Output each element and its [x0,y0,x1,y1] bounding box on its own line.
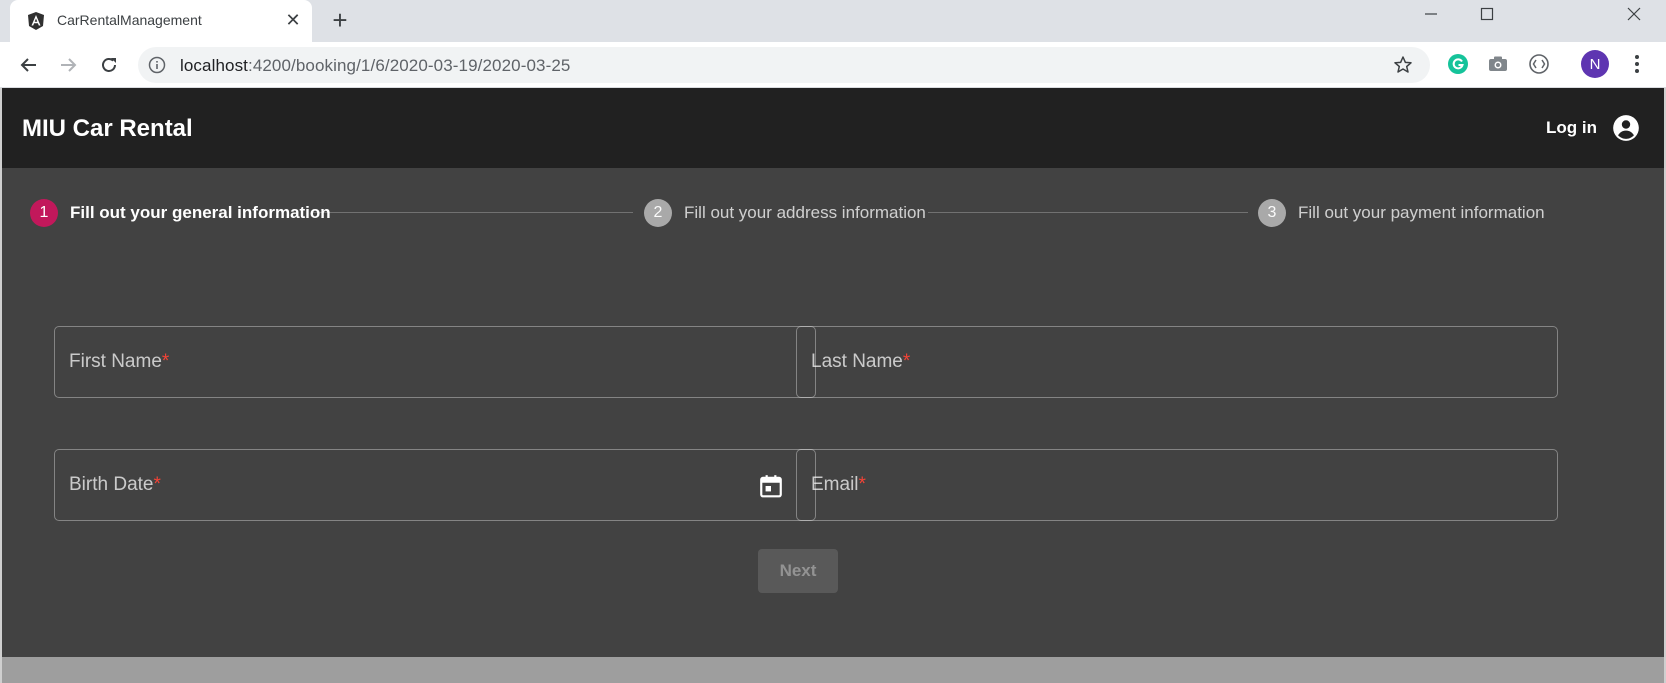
email-label: Email* [811,474,866,495]
close-window-icon[interactable] [1606,0,1662,28]
back-icon[interactable] [15,51,43,79]
reload-icon[interactable] [95,51,123,79]
minimize-icon[interactable] [1403,0,1459,28]
url-text: localhost:4200/booking/1/6/2020-03-19/20… [180,56,571,75]
login-button[interactable]: Log in [1546,118,1597,138]
first-name-label: First Name* [69,351,170,372]
email-field[interactable]: Email* [796,449,1558,521]
camera-icon[interactable] [1486,52,1510,76]
last-name-field[interactable]: Last Name* [796,326,1558,398]
info-icon[interactable] [148,56,166,74]
browser-window: CarRentalManagement ✕ + localhost:4200/b… [0,0,1666,683]
profile-avatar[interactable]: N [1581,50,1609,78]
new-tab-button[interactable]: + [326,6,354,34]
last-name-label: Last Name* [811,351,911,372]
first-name-field[interactable]: First Name* [54,326,816,398]
account-circle-icon[interactable] [1612,114,1640,142]
step-number: 3 [1258,199,1286,227]
star-icon[interactable] [1393,55,1413,75]
extension-icon[interactable] [1527,52,1551,76]
address-bar[interactable]: localhost:4200/booking/1/6/2020-03-19/20… [138,47,1430,83]
step-payment-information[interactable]: 3 Fill out your payment information [1258,199,1545,227]
birth-date-label: Birth Date* [69,474,161,495]
calendar-icon[interactable] [758,473,784,499]
close-tab-icon[interactable]: ✕ [282,9,304,31]
browser-tab[interactable]: CarRentalManagement ✕ [10,0,312,42]
app-title[interactable]: MIU Car Rental [22,115,193,143]
birth-date-field[interactable]: Birth Date* [54,449,816,521]
step-connector [313,212,633,213]
angular-favicon [28,12,44,30]
step-label: Fill out your general information [70,203,331,222]
step-number: 2 [644,199,672,227]
forward-icon[interactable] [54,51,82,79]
tab-title: CarRentalManagement [57,12,202,28]
app-content: MIU Car Rental Log in 1 Fill out your ge… [2,88,1664,657]
step-connector [928,212,1248,213]
browser-toolbar: localhost:4200/booking/1/6/2020-03-19/20… [0,42,1666,88]
step-general-information[interactable]: 1 Fill out your general information [30,199,331,227]
step-address-information[interactable]: 2 Fill out your address information [644,199,926,227]
step-number: 1 [30,199,58,227]
step-label: Fill out your payment information [1298,203,1545,222]
kebab-menu-icon[interactable] [1625,52,1649,76]
next-button[interactable]: Next [758,549,838,593]
grammarly-icon[interactable] [1446,52,1470,76]
tab-strip: CarRentalManagement ✕ + [0,0,1666,42]
page-bottom-area [2,657,1664,683]
maximize-icon[interactable] [1459,0,1515,28]
app-toolbar: MIU Car Rental Log in [2,88,1664,168]
step-label: Fill out your address information [684,203,926,222]
